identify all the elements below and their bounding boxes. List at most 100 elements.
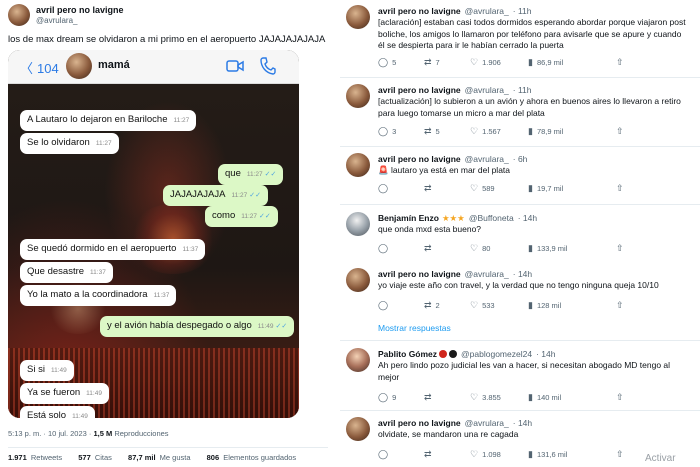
like-button[interactable]: ♡ 1.906	[470, 57, 501, 68]
share-button[interactable]: ⇧	[616, 126, 628, 137]
reply-button[interactable]: ◯	[378, 300, 392, 311]
divider	[340, 340, 700, 341]
like-button[interactable]: ♡ 3.855	[470, 392, 501, 403]
avatar[interactable]	[346, 5, 370, 29]
reply-button[interactable]: ◯ 3	[378, 126, 396, 137]
reply-button[interactable]: ◯ 5	[378, 57, 396, 68]
retweet-button[interactable]: ⇄	[424, 243, 436, 254]
retweets-count: 2	[435, 301, 440, 310]
retweet-button[interactable]: ⇄ 5	[424, 126, 440, 137]
show-replies-link[interactable]: Mostrar respuestas	[378, 323, 451, 333]
retweet-button[interactable]: ⇄ 7	[424, 57, 440, 68]
author-handle[interactable]: @Buffoneta	[469, 213, 514, 223]
like-button[interactable]: ♡ 1.098	[470, 449, 501, 460]
activate-watermark: Activar	[645, 453, 676, 464]
reply-tweet[interactable]: avril pero no lavigne @avrulara_ · 6h 🚨 lau…	[340, 151, 700, 197]
share-button[interactable]: ⇧	[616, 449, 628, 460]
author-name[interactable]: avril pero no lavigne	[378, 6, 461, 16]
retweet-button[interactable]: ⇄	[424, 183, 436, 194]
author-name[interactable]: avril pero no lavigne	[378, 269, 461, 279]
message-text: y el avión había despegado o algo	[107, 320, 252, 331]
retweet-icon: ⇄	[424, 126, 432, 136]
bar-chart-icon: ▮	[528, 300, 533, 310]
reply-tweet[interactable]: avril pero no lavigne @avrulara_ · 11h [act…	[340, 82, 700, 140]
retweet-icon: ⇄	[424, 243, 432, 253]
reply-time[interactable]: · 14h	[536, 349, 555, 359]
reply-button[interactable]: ◯ 9	[378, 392, 396, 403]
back-button: 〈 104	[20, 58, 59, 77]
comment-icon: ◯	[378, 126, 389, 136]
reply-time[interactable]: · 11h	[513, 6, 532, 16]
views-button[interactable]: ▮ 78,9 mil	[528, 126, 563, 137]
reply-time[interactable]: · 11h	[513, 85, 532, 95]
share-button[interactable]: ⇧	[616, 57, 628, 68]
author-handle[interactable]: @avrulara_	[465, 85, 509, 95]
author-handle[interactable]: @avrulara_	[465, 418, 509, 428]
incoming-message: A Lautaro lo dejaron en Bariloche 11:27	[20, 110, 197, 131]
avatar[interactable]	[346, 268, 370, 292]
retweet-button[interactable]: ⇄	[424, 392, 436, 403]
author-name[interactable]: avril pero no lavigne	[36, 5, 124, 15]
message-text: Yo la mato a la coordinadora	[27, 289, 148, 300]
reply-tweet[interactable]: avril pero no lavigne @avrulara_ · 11h [acl…	[340, 3, 700, 71]
views-button[interactable]: ▮ 140 mil	[528, 392, 561, 403]
heart-icon: ♡	[470, 243, 479, 253]
like-button[interactable]: ♡ 533	[470, 300, 495, 311]
retweet-button[interactable]: ⇄ 2	[424, 300, 440, 311]
views-button[interactable]: ▮ 128 mil	[528, 300, 561, 311]
message-time: 11:49	[86, 390, 102, 397]
like-button[interactable]: ♡ 80	[470, 243, 490, 254]
reply-time[interactable]: · 6h	[513, 154, 528, 164]
views-button[interactable]: ▮ 133,9 mil	[528, 243, 567, 254]
stat-likes[interactable]: 87,7 mil Me gusta	[128, 453, 190, 462]
like-button[interactable]: ♡ 589	[470, 183, 495, 194]
stat-retweets[interactable]: 1.971 Retweets	[8, 453, 62, 462]
author-name[interactable]: Benjamín Enzo	[378, 213, 439, 223]
tweet-timestamp[interactable]: 5:13 p. m. · 10 jul. 2023 ·	[8, 429, 91, 438]
share-button[interactable]: ⇧	[616, 183, 628, 194]
author-handle[interactable]: @avrulara_	[465, 154, 509, 164]
share-button[interactable]: ⇧	[616, 243, 628, 254]
message-text: Se lo olvidaron	[27, 137, 90, 148]
views-count: 131,6 mil	[536, 450, 568, 459]
author-handle[interactable]: @avrulara_	[465, 269, 509, 279]
reply-button[interactable]: ◯	[378, 183, 392, 194]
avatar[interactable]	[346, 84, 370, 108]
avatar[interactable]	[346, 153, 370, 177]
contact-avatar	[66, 53, 92, 79]
share-button[interactable]: ⇧	[616, 300, 628, 311]
reply-time[interactable]: · 14h	[513, 418, 532, 428]
share-button[interactable]: ⇧	[616, 392, 628, 403]
like-button[interactable]: ♡ 1.567	[470, 126, 501, 137]
stat-bookmarks[interactable]: 806 Elementos guardados	[207, 453, 297, 462]
chat-screenshot-image[interactable]: 〈 104 mamá A Lautaro lo dejaron en Barilo…	[8, 50, 299, 418]
reply-text: yo viaje este año con travel, y la verda…	[378, 280, 659, 290]
reply-time[interactable]: · 14h	[518, 213, 537, 223]
reply-header: Pablito Gómez @pablogomezel24 · 14h	[378, 349, 555, 359]
message-text: Se quedó dormido en el aeropuerto	[27, 243, 177, 254]
bar-chart-icon: ▮	[528, 126, 533, 136]
reply-tweet[interactable]: avril pero no lavigne @avrulara_ · 14h yo v…	[340, 266, 700, 314]
views-button[interactable]: ▮ 131,6 mil	[528, 449, 567, 460]
reply-tweet[interactable]: Benjamín Enzo ★★★ @Buffoneta · 14h que onda …	[340, 210, 700, 257]
reply-tweet[interactable]: Pablito Gómez @pablogomezel24 · 14h Ah pero…	[340, 346, 700, 406]
author-handle[interactable]: @avrulara_	[465, 6, 509, 16]
outgoing-message: JAJAJAJAJA 11:27 ✓✓	[163, 185, 268, 206]
avatar[interactable]	[8, 4, 30, 26]
retweet-button[interactable]: ⇄	[424, 449, 436, 460]
views-button[interactable]: ▮ 19,7 mil	[528, 183, 563, 194]
stat-quotes[interactable]: 577 Citas	[78, 453, 112, 462]
reply-button[interactable]: ◯	[378, 449, 392, 460]
author-handle[interactable]: @pablogomezel24	[461, 349, 532, 359]
author-name[interactable]: avril pero no lavigne	[378, 85, 461, 95]
reply-button[interactable]: ◯	[378, 243, 392, 254]
author-name[interactable]: Pablito Gómez	[378, 349, 437, 359]
author-name[interactable]: avril pero no lavigne	[378, 418, 461, 428]
views-button[interactable]: ▮ 86,9 mil	[528, 57, 563, 68]
avatar[interactable]	[346, 417, 370, 441]
author-name[interactable]: avril pero no lavigne	[378, 154, 461, 164]
avatar[interactable]	[346, 348, 370, 372]
author-handle[interactable]: @avrulara_	[36, 16, 77, 25]
reply-time[interactable]: · 14h	[513, 269, 532, 279]
avatar[interactable]	[346, 212, 370, 236]
